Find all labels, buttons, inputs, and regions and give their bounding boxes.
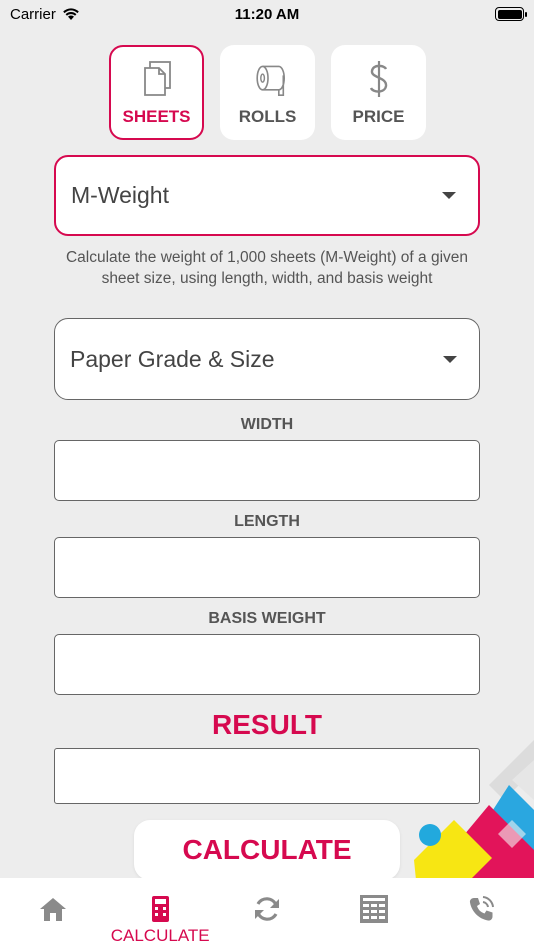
wifi-icon <box>63 7 79 20</box>
refresh-icon <box>254 897 279 921</box>
nav-tables[interactable] <box>324 894 424 924</box>
length-label: LENGTH <box>234 513 300 530</box>
length-input[interactable] <box>54 537 480 598</box>
caret-down-icon <box>443 355 457 363</box>
tab-label: ROLLS <box>238 106 297 126</box>
nav-home[interactable] <box>3 894 103 924</box>
paper-grade-select[interactable]: Paper Grade & Size <box>54 318 480 400</box>
result-label: RESULT <box>212 709 322 740</box>
nav-contact[interactable] <box>431 894 531 924</box>
calculator-icon <box>152 896 170 922</box>
nav-convert[interactable] <box>217 894 317 924</box>
tab-label: SHEETS <box>122 106 191 126</box>
battery-icon <box>495 7 527 21</box>
tab-rolls[interactable]: ROLLS <box>220 45 315 140</box>
clock: 11:20 AM <box>234 5 300 23</box>
caret-down-icon <box>442 192 456 199</box>
width-label: WIDTH <box>240 416 294 433</box>
sheets-icon <box>143 60 171 96</box>
width-input[interactable] <box>54 440 480 501</box>
selected-value: M-Weight <box>71 182 169 208</box>
tab-sheets[interactable]: SHEETS <box>109 45 204 140</box>
tab-label: PRICE <box>352 106 405 126</box>
dollar-icon <box>369 60 387 97</box>
calculator-type-select[interactable]: M-Weight <box>54 155 480 236</box>
basis-weight-input[interactable] <box>54 634 480 695</box>
table-icon <box>359 895 388 923</box>
carrier-label: Carrier <box>10 5 56 23</box>
roll-icon <box>255 65 285 96</box>
calculator-description: Calculate the weight of 1,000 sheets (M-… <box>65 249 469 287</box>
nav-calculate[interactable]: CALCULATE <box>110 894 210 946</box>
home-icon <box>40 898 67 921</box>
bottom-nav: CALCULATE <box>0 878 534 950</box>
decorative-corner-graphic <box>414 740 534 880</box>
mode-tabs: SHEETS ROLLS PRICE <box>109 45 426 140</box>
calculate-button[interactable]: CALCULATE <box>134 820 400 880</box>
tab-price[interactable]: PRICE <box>331 45 426 140</box>
nav-calculate-label: CALCULATE <box>110 926 210 945</box>
dropdown-placeholder: Paper Grade & Size <box>70 345 275 372</box>
status-bar: Carrier 11:20 AM <box>0 0 534 28</box>
phone-icon <box>469 896 494 921</box>
basis-weight-label: BASIS WEIGHT <box>208 610 326 627</box>
